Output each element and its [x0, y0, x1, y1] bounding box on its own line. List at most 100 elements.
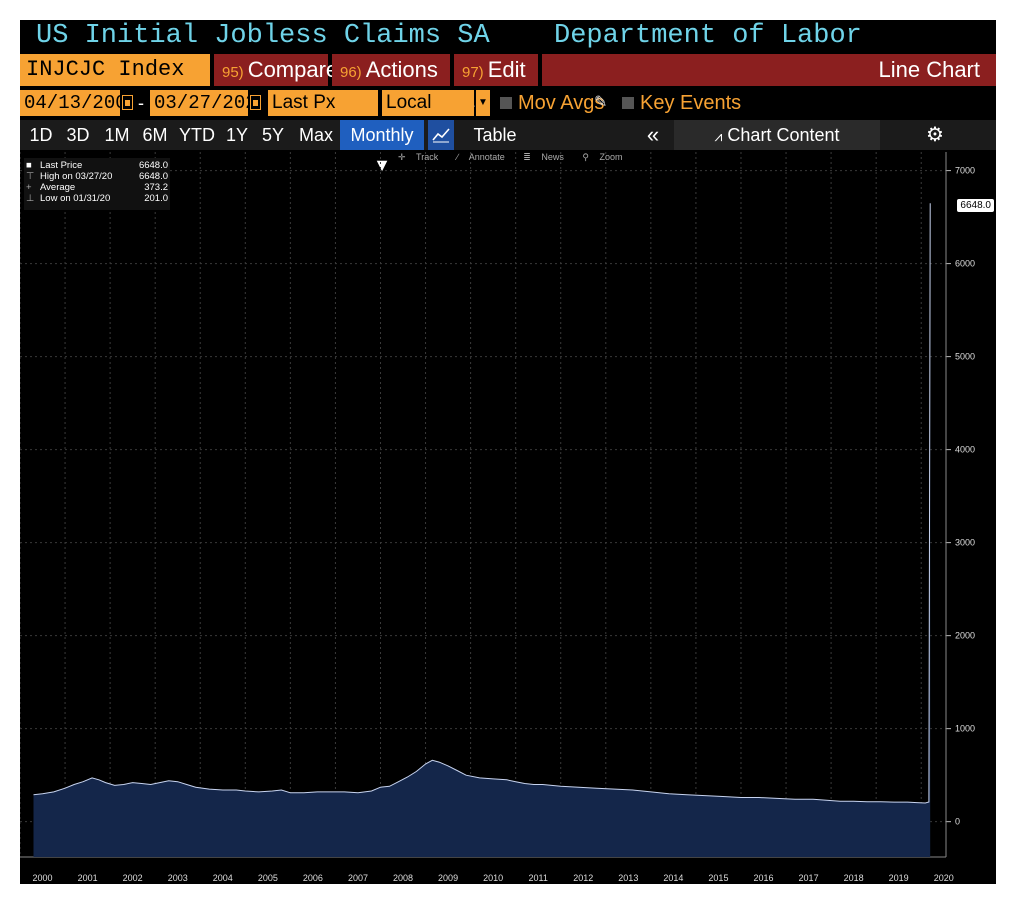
x-tick-label: 2002: [123, 873, 143, 883]
zoom-button[interactable]: ⚲ Zoom: [582, 152, 630, 162]
actions-button[interactable]: 96)Actions ▼: [332, 54, 450, 115]
period-1d[interactable]: 1D: [28, 120, 54, 150]
mov-avgs-checkbox[interactable]: [500, 97, 512, 109]
period-1m[interactable]: 1M: [102, 120, 132, 150]
settings-bar: 04/13/2000 - 03/27/2020 Last Px Local CC…: [20, 90, 996, 139]
x-tick-label: 2005: [258, 873, 278, 883]
x-tick-label: 2007: [348, 873, 368, 883]
period-ytd[interactable]: YTD: [178, 120, 216, 150]
line-chart-button[interactable]: [428, 120, 454, 150]
crosshair-icon: ✛: [398, 152, 409, 162]
chart-legend: ■ Last Price 6648.0 ⊤ High on 03/27/20 6…: [24, 158, 170, 210]
legend-high-label: High on 03/27/20: [40, 171, 113, 182]
line-chart-icon: [432, 128, 450, 143]
compare-button[interactable]: 95) Compare: [214, 54, 338, 86]
pencil-icon[interactable]: ✎: [594, 90, 607, 116]
x-tick-label: 2011: [529, 873, 548, 883]
data-source: Department of Labor: [554, 21, 862, 51]
y-tick-label: 3000: [955, 538, 975, 548]
x-tick-label: 2003: [168, 873, 188, 883]
y-tick-label: 5000: [955, 352, 975, 362]
x-tick-label: 2004: [213, 873, 233, 883]
chart-type-label[interactable]: Line Chart: [542, 54, 996, 86]
title-bar: US Initial Jobless Claims SA Department …: [20, 20, 996, 52]
period-3d[interactable]: 3D: [64, 120, 92, 150]
x-tick-label: 2015: [708, 873, 728, 883]
zoom-label: Zoom: [599, 152, 623, 162]
period-5y[interactable]: 5Y: [258, 120, 288, 150]
calendar-icon[interactable]: [122, 95, 133, 110]
period-6m[interactable]: 6M: [140, 120, 170, 150]
chart-content-button[interactable]: ⩘ Chart Content: [674, 120, 880, 150]
series-area-fill: [33, 203, 931, 858]
security-title: US Initial Jobless Claims SA: [36, 21, 490, 51]
edit-button[interactable]: 97)Edit ▼: [454, 54, 538, 115]
actions-shortcut: 96): [340, 64, 362, 81]
legend-last-price-value: 6648.0: [138, 160, 168, 171]
x-tick-label: 2006: [303, 873, 323, 883]
edit-shortcut: 97): [462, 64, 484, 81]
x-tick-label: 2018: [844, 873, 864, 883]
compare-label: Compare: [247, 57, 339, 82]
square-icon: ■: [26, 160, 32, 171]
key-events-label: Key Events: [640, 92, 742, 114]
mov-avgs-label: Mov Avgs: [518, 92, 605, 114]
start-date-field[interactable]: 04/13/2000: [20, 90, 138, 116]
legend-average: + Average 373.2: [24, 182, 170, 193]
low-marker-icon: ⊥: [26, 193, 35, 204]
legend-high: ⊤ High on 03/27/20 6648.0: [24, 171, 170, 182]
chart-area[interactable]: 0 1000 2000 3000 4000 5000 6000 7000 2000 2001 200…: [20, 152, 996, 884]
track-button[interactable]: ✛ Track: [398, 152, 446, 162]
period-max[interactable]: Max: [296, 120, 336, 150]
period-1y[interactable]: 1Y: [224, 120, 250, 150]
news-icon: ≣: [523, 152, 534, 162]
gear-icon[interactable]: ⚙: [920, 120, 950, 150]
currency-dropdown-icon[interactable]: ▼: [476, 90, 490, 116]
news-button[interactable]: ≣ News: [523, 152, 572, 162]
x-tick-label: 2008: [393, 873, 413, 883]
x-tick-label: 2019: [889, 873, 909, 883]
currency-select[interactable]: Local CCY: [382, 90, 474, 139]
period-bar: 1D 3D 1M 6M YTD 1Y 5Y Max Monthly ▼ Tabl…: [20, 120, 996, 175]
x-tick-label: 2012: [573, 873, 593, 883]
y-tick-label: 0: [955, 817, 960, 827]
bloomberg-terminal-window: US Initial Jobless Claims SA Department …: [20, 20, 996, 884]
chart-svg: 0 1000 2000 3000 4000 5000 6000 7000 2000 2001 200…: [20, 152, 975, 883]
edit-label: Edit: [487, 57, 526, 82]
x-tick-label: 2000: [33, 873, 53, 883]
frequency-select[interactable]: Monthly ▼: [340, 120, 424, 175]
x-tick-label: 2016: [753, 873, 773, 883]
x-tick-label: 2001: [78, 873, 98, 883]
annotate-label: Annotate: [468, 152, 505, 162]
annotate-button[interactable]: ∕ Annotate: [457, 152, 513, 162]
legend-average-value: 373.2: [144, 182, 168, 193]
chart-content-icon: ⩘: [714, 128, 723, 144]
track-label: Track: [416, 152, 439, 162]
legend-low: ⊥ Low on 01/31/20 201.0: [24, 193, 170, 204]
x-tick-label: 2010: [483, 873, 503, 883]
y-tick-label: 4000: [955, 445, 975, 455]
last-value-tag: 6648.0: [957, 199, 994, 212]
x-tick-label: 2013: [618, 873, 638, 883]
legend-last-price-label: Last Price: [40, 160, 83, 171]
x-tick-label: 2017: [799, 873, 819, 883]
ticker-field[interactable]: INJCJC Index: [20, 54, 210, 86]
end-date-field[interactable]: 03/27/2020: [150, 90, 268, 116]
y-tick-label: 7000: [955, 166, 975, 176]
y-tick-label: 2000: [955, 631, 975, 641]
x-tick-label: 2009: [438, 873, 458, 883]
x-tick-label: 2020: [934, 873, 954, 883]
x-tick-label: 2014: [663, 873, 683, 883]
collapse-icon[interactable]: «: [638, 120, 668, 150]
key-events-checkbox[interactable]: [622, 97, 634, 109]
price-field-select[interactable]: Last Px: [268, 90, 378, 116]
table-button[interactable]: Table: [462, 120, 528, 150]
calendar-icon[interactable]: [250, 95, 261, 110]
magnifier-icon: ⚲: [582, 152, 592, 162]
chart-content-label: Chart Content: [727, 125, 840, 145]
legend-last-price: ■ Last Price 6648.0: [24, 160, 170, 171]
series-line: [33, 203, 931, 804]
legend-average-label: Average: [40, 182, 76, 193]
legend-low-value: 201.0: [144, 193, 168, 204]
actions-label: Actions: [365, 57, 438, 82]
